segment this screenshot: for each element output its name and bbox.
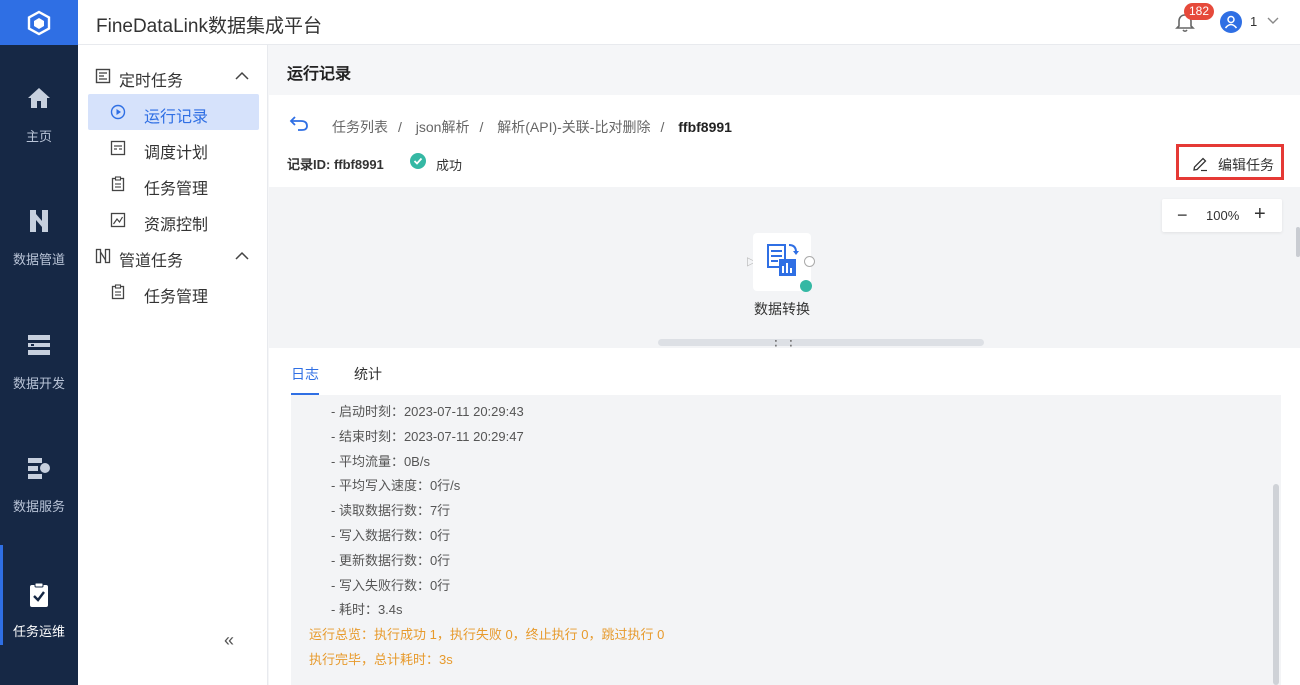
sidebar-item-schedule-plan[interactable]: 调度计划 [88,130,259,166]
rail-pipeline[interactable]: 数据管道 [0,168,78,268]
sidebar-item-run-records[interactable]: 运行记录 [88,94,259,130]
main-header: 运行记录 [269,45,1300,95]
play-circle-icon [110,104,126,120]
sidebar-item-label: 调度计划 [144,145,209,162]
success-check-icon [410,153,426,169]
node-status-dot [800,280,812,292]
rail-pipeline-label: 数据管道 [12,252,65,267]
sidebar-item-pipeline-task-management[interactable]: 任务管理 [88,274,259,310]
rail-home[interactable]: 主页 [0,45,78,145]
breadcrumb-folder[interactable]: json解析 [416,119,470,135]
log-vertical-scrollbar[interactable] [1273,484,1279,685]
tab-log[interactable]: 日志 [291,364,319,384]
collapse-sidebar-button[interactable]: « [224,630,234,651]
left-rail: 主页 数据管道 数据开发 数据服务 任务运维 [0,0,78,685]
tab-stats[interactable]: 统计 [354,364,382,384]
sidebar-item-resource-control[interactable]: 资源控制 [88,202,259,238]
notification-badge: 182 [1184,3,1215,20]
group-pipeline-tasks[interactable]: 管道任务 [78,239,268,273]
log-content: - 启动时刻：2023-07-11 20:29:43 - 结束时刻：2023-07… [291,395,1281,685]
record-info: 任务列表 / json解析 / 解析(API)-关联-比对删除 / ffbf8991 … [269,95,1300,187]
record-id: 记录ID: ffbf8991 [287,157,384,172]
clipboard-icon [111,284,125,300]
group-scheduled-tasks[interactable]: 定时任务 [78,59,268,93]
calendar-icon [110,140,126,156]
cube-logo-icon [27,10,51,35]
zoom-control: − 100% + [1162,199,1282,232]
log-line: - 平均流量：0B/s [331,453,430,469]
canvas-horizontal-scrollbar[interactable] [658,339,984,346]
log-line: - 写入数据行数：0行 [331,528,451,543]
node-output-port[interactable] [804,256,815,267]
status-text: 成功 [436,158,463,173]
breadcrumb-separator: / [660,119,665,135]
log-line: - 读取数据行数：7行 [331,503,451,519]
breadcrumb-task-list[interactable]: 任务列表 [332,119,388,135]
app-logo[interactable] [0,0,78,45]
log-line: - 平均写入速度：0行/s [331,478,461,494]
sidebar-item-task-management[interactable]: 任务管理 [88,166,259,202]
flow-canvas[interactable]: − 100% + ▷ 数据转换 ⋮⋮ [269,187,1300,353]
log-line: - 耗时：3.4s [331,602,403,618]
avatar[interactable] [1220,11,1242,33]
breadcrumb-separator: / [479,119,484,135]
user-name[interactable]: 1 [1250,14,1257,29]
zoom-level: 100% [1206,208,1240,223]
rail-service-label: 数据服务 [12,499,65,514]
log-line: - 写入失败行数：0行 [331,577,451,593]
clipboard-icon [111,176,125,192]
log-line: 执行完毕，总计耗时：3s [309,652,453,667]
rail-home-label: 主页 [25,129,52,144]
node-label: 数据转换 [754,301,810,317]
sidebar-item-label: 运行记录 [144,109,209,126]
rail-ops[interactable]: 任务运维 [0,545,78,645]
sidebar-item-label: 任务管理 [144,181,209,198]
user-icon [1224,15,1238,29]
breadcrumb-separator: / [398,119,402,135]
app-title: FineDataLink数据集成平台 [96,16,322,37]
pipeline-icon [95,248,111,264]
chevron-up-icon[interactable] [235,250,249,262]
chevron-up-icon[interactable] [235,70,249,82]
top-bar: FineDataLink数据集成平台 182 1 [78,0,1300,45]
pencil-icon [1193,157,1207,172]
rail-dev[interactable]: 数据开发 [0,292,78,392]
rail-dev-label: 数据开发 [12,376,65,391]
page-title: 运行记录 [287,66,352,83]
zoom-out-button[interactable]: − [1177,205,1188,226]
sidebar-item-label: 资源控制 [144,217,209,234]
breadcrumb-task[interactable]: 解析(API)-关联-比对删除 [497,119,650,135]
rail-service[interactable]: 数据服务 [0,415,78,515]
chart-icon [110,212,126,228]
edit-task-label: 编辑任务 [1218,157,1274,173]
log-line: 运行总览：执行成功 1，执行失败 0，终止执行 0，跳过执行 0 [309,627,665,643]
back-arrow-icon[interactable] [289,115,309,131]
chevron-down-icon[interactable] [1266,14,1280,28]
schedule-task-icon [95,68,111,84]
clipboard-check-icon [28,580,50,610]
log-line: - 结束时刻：2023-07-11 20:29:47 [331,428,524,444]
group-scheduled-tasks-label: 定时任务 [119,73,184,90]
zoom-in-button[interactable]: + [1254,203,1266,226]
breadcrumb-record: ffbf8991 [678,119,732,135]
edit-task-button[interactable]: 编辑任务 [1176,144,1284,180]
group-pipeline-tasks-label: 管道任务 [119,253,184,270]
dev-icon [27,330,51,359]
pipeline-icon [28,206,50,235]
log-line: - 启动时刻：2023-07-11 20:29:43 [331,404,524,419]
canvas-vertical-scrollbar[interactable] [1296,227,1300,257]
log-line: - 更新数据行数：0行 [331,552,451,568]
log-panel: 日志 统计 - 启动时刻：2023-07-11 20:29:43 - 结束时刻：2… [269,348,1300,685]
home-icon [27,83,51,112]
rail-ops-label: 任务运维 [12,624,65,639]
secondary-sidebar: 定时任务 运行记录 调度计划 任务管理 资源控制 管道任务 任务管理 « [78,45,268,685]
sidebar-item-label: 任务管理 [144,289,209,306]
service-icon [27,453,51,482]
breadcrumb: 任务列表 / json解析 / 解析(API)-关联-比对删除 / ffbf8991 [332,117,738,137]
